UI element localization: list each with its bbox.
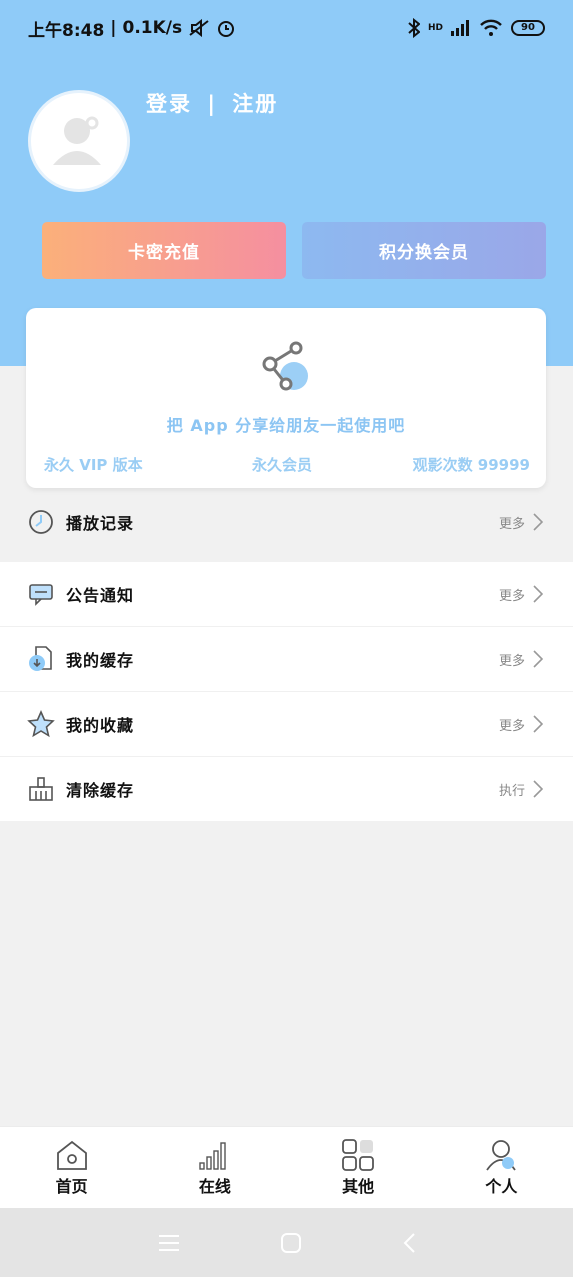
status-net-speed: 0.1K/s <box>122 18 183 38</box>
tab-online[interactable]: 在线 <box>143 1127 286 1208</box>
login-separator: | <box>207 92 217 116</box>
status-time: 上午8:48 <box>28 20 105 41</box>
more-text: 更多 <box>498 588 525 604</box>
tab-label: 首页 <box>55 1177 88 1196</box>
login-link[interactable]: 登录 <box>146 92 192 116</box>
chevron-right-icon <box>533 513 543 531</box>
execute-text: 执行 <box>498 783 525 799</box>
more-text: 更多 <box>498 516 525 532</box>
status-bar: 上午8:48 | 0.1K/s HD 90 <box>0 0 573 56</box>
share-icon <box>262 341 308 391</box>
bluetooth-icon <box>408 18 420 38</box>
more-text: 更多 <box>498 718 525 734</box>
share-prompt: 把 App 分享给朋友一起使用吧 <box>166 416 406 435</box>
more-link[interactable]: 更多 <box>499 585 543 604</box>
home-button-icon[interactable] <box>280 1232 302 1254</box>
tab-profile[interactable]: 个人 <box>430 1127 573 1208</box>
wifi-icon <box>480 19 502 36</box>
menu-item-announcements[interactable]: 公告通知 更多 <box>0 562 573 626</box>
menu-item-label: 播放记录 <box>66 514 135 533</box>
tab-label: 在线 <box>198 1177 231 1196</box>
network-type: HD <box>427 23 443 33</box>
default-user-icon <box>53 116 101 165</box>
recharge-button[interactable]: 卡密充值 <box>42 222 286 279</box>
system-navigation-bar <box>0 1208 573 1277</box>
message-icon <box>26 579 56 609</box>
chevron-right-icon <box>533 780 543 798</box>
signal-bars-icon <box>199 1142 226 1170</box>
broom-icon <box>26 774 56 804</box>
membership-stat: 永久会员 <box>252 456 313 474</box>
more-link[interactable]: 更多 <box>499 715 543 734</box>
tab-other[interactable]: 其他 <box>287 1127 430 1208</box>
status-divider: | <box>110 18 117 38</box>
execute-link[interactable]: 执行 <box>499 780 543 799</box>
menu-item-clear-cache[interactable]: 清除缓存 执行 <box>0 757 573 821</box>
clock-icon <box>26 507 56 537</box>
download-file-icon <box>26 644 56 674</box>
exchange-membership-button[interactable]: 积分换会员 <box>302 222 546 279</box>
menu-item-label: 我的缓存 <box>66 651 135 670</box>
menu-item-play-history[interactable]: 播放记录 更多 <box>0 490 573 554</box>
menu-icon[interactable] <box>158 1234 180 1252</box>
person-icon <box>486 1140 517 1171</box>
share-card[interactable]: 把 App 分享给朋友一起使用吧 永久 VIP 版本 永久会员 观影次数 999… <box>26 308 546 488</box>
register-link[interactable]: 注册 <box>232 92 278 116</box>
avatar[interactable] <box>28 90 130 192</box>
more-text: 更多 <box>498 653 525 669</box>
tab-label: 个人 <box>485 1177 518 1196</box>
alarm-icon <box>218 21 235 37</box>
tab-home[interactable]: 首页 <box>0 1127 143 1208</box>
tab-label: 其他 <box>342 1177 375 1196</box>
menu-item-label: 我的收藏 <box>66 716 135 735</box>
grid-icon <box>342 1139 375 1171</box>
star-icon <box>26 709 56 739</box>
more-link[interactable]: 更多 <box>499 650 543 669</box>
chevron-right-icon <box>533 585 543 603</box>
cell-signal-icon <box>451 20 469 36</box>
menu-item-my-cache[interactable]: 我的缓存 更多 <box>0 627 573 691</box>
battery-indicator: 90 <box>511 20 545 36</box>
vip-version-stat: 永久 VIP 版本 <box>44 456 143 474</box>
bottom-tab-bar: 首页 在线 其他 个人 <box>0 1126 573 1208</box>
menu-item-label: 清除缓存 <box>66 781 135 800</box>
view-count-stat: 观影次数 99999 <box>412 456 530 474</box>
chevron-right-icon <box>533 650 543 668</box>
home-icon <box>56 1140 87 1170</box>
login-register[interactable]: 登录 | 注册 <box>146 88 278 118</box>
menu-item-favorites[interactable]: 我的收藏 更多 <box>0 692 573 756</box>
back-icon[interactable] <box>402 1232 416 1254</box>
menu-item-label: 公告通知 <box>66 586 135 605</box>
chevron-right-icon <box>533 715 543 733</box>
more-link[interactable]: 更多 <box>499 513 543 532</box>
mute-icon <box>189 19 209 37</box>
